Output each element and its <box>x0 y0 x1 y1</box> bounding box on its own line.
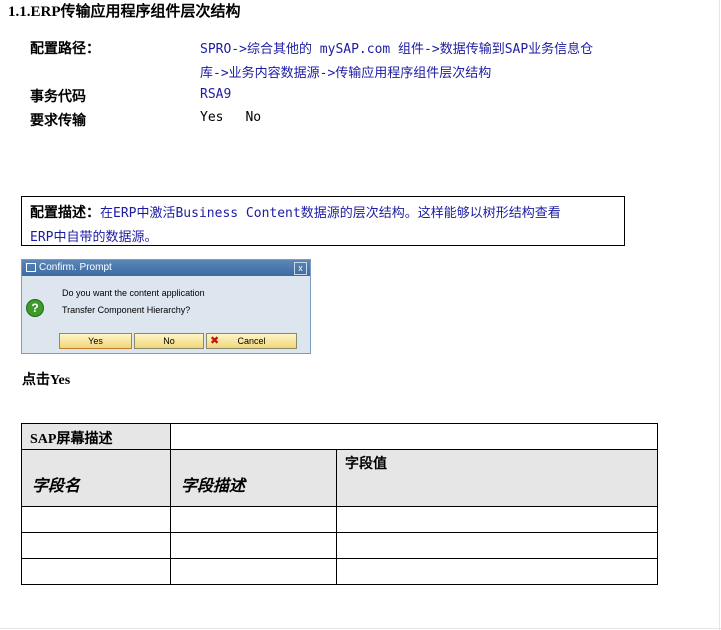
field-table: SAP屏幕描述 字段名 字段描述 字段值 <box>21 423 658 585</box>
table-cell <box>336 506 658 533</box>
table-cell <box>21 532 171 559</box>
close-icon[interactable]: x <box>294 262 307 275</box>
transport-yes: Yes <box>200 110 224 125</box>
description-line1: 配置描述：在ERP中激活Business Content数据源的层次结构。这样能… <box>30 206 561 221</box>
table-cell <box>336 558 658 585</box>
column-header-field-name: 字段名 <box>21 449 171 507</box>
description-line2: ERP中自带的数据源。 <box>30 230 158 245</box>
dialog-message-line2: Transfer Component Hierarchy? <box>62 305 191 315</box>
table-cell <box>170 558 337 585</box>
description-box: 配置描述：在ERP中激活Business Content数据源的层次结构。这样能… <box>21 196 625 246</box>
table-cell <box>170 532 337 559</box>
section-title: 1.1.ERP传输应用程序组件层次结构 <box>8 4 241 20</box>
dialog-title: Confirm. Prompt <box>39 262 112 273</box>
config-path-line1: SPRO->综合其他的 mySAP.com 组件->数据传输到SAP业务信息仓 <box>200 42 594 57</box>
cancel-x-icon: ✖ <box>210 335 220 347</box>
transaction-code-value: RSA9 <box>200 87 232 102</box>
dialog-message-line1: Do you want the content application <box>62 288 205 298</box>
description-label: 配置描述： <box>30 206 100 221</box>
cancel-button[interactable]: ✖ Cancel <box>206 333 297 349</box>
transport-options: Yes No <box>200 110 283 125</box>
page-edge-right <box>719 0 720 630</box>
table-cell <box>21 506 171 533</box>
question-icon: ? <box>26 299 44 317</box>
confirm-dialog: Confirm. Prompt x ? Do you want the cont… <box>21 259 311 354</box>
table-cell <box>21 558 171 585</box>
no-button[interactable]: No <box>134 333 204 349</box>
column-header-field-desc: 字段描述 <box>170 449 337 507</box>
screen-desc-header: SAP屏幕描述 <box>30 432 113 447</box>
window-icon <box>26 263 36 272</box>
screen-desc-value-cell <box>170 423 658 450</box>
config-path-line2: 库->业务内容数据源->传输应用程序组件层次结构 <box>200 66 492 81</box>
table-cell <box>336 532 658 559</box>
dialog-title-bar: Confirm. Prompt x <box>22 260 310 276</box>
screen-desc-header-cell: SAP屏幕描述 <box>21 423 171 450</box>
transaction-code-label: 事务代码 <box>30 90 86 105</box>
transport-label: 要求传输 <box>30 114 86 129</box>
config-path-label: 配置路径： <box>30 42 100 57</box>
table-cell <box>170 506 337 533</box>
instruction-text: 点击Yes <box>22 373 71 388</box>
yes-button[interactable]: Yes <box>59 333 132 349</box>
column-header-field-value: 字段值 <box>336 449 658 507</box>
transport-no: No <box>245 110 262 125</box>
page-edge-bottom <box>0 628 721 629</box>
